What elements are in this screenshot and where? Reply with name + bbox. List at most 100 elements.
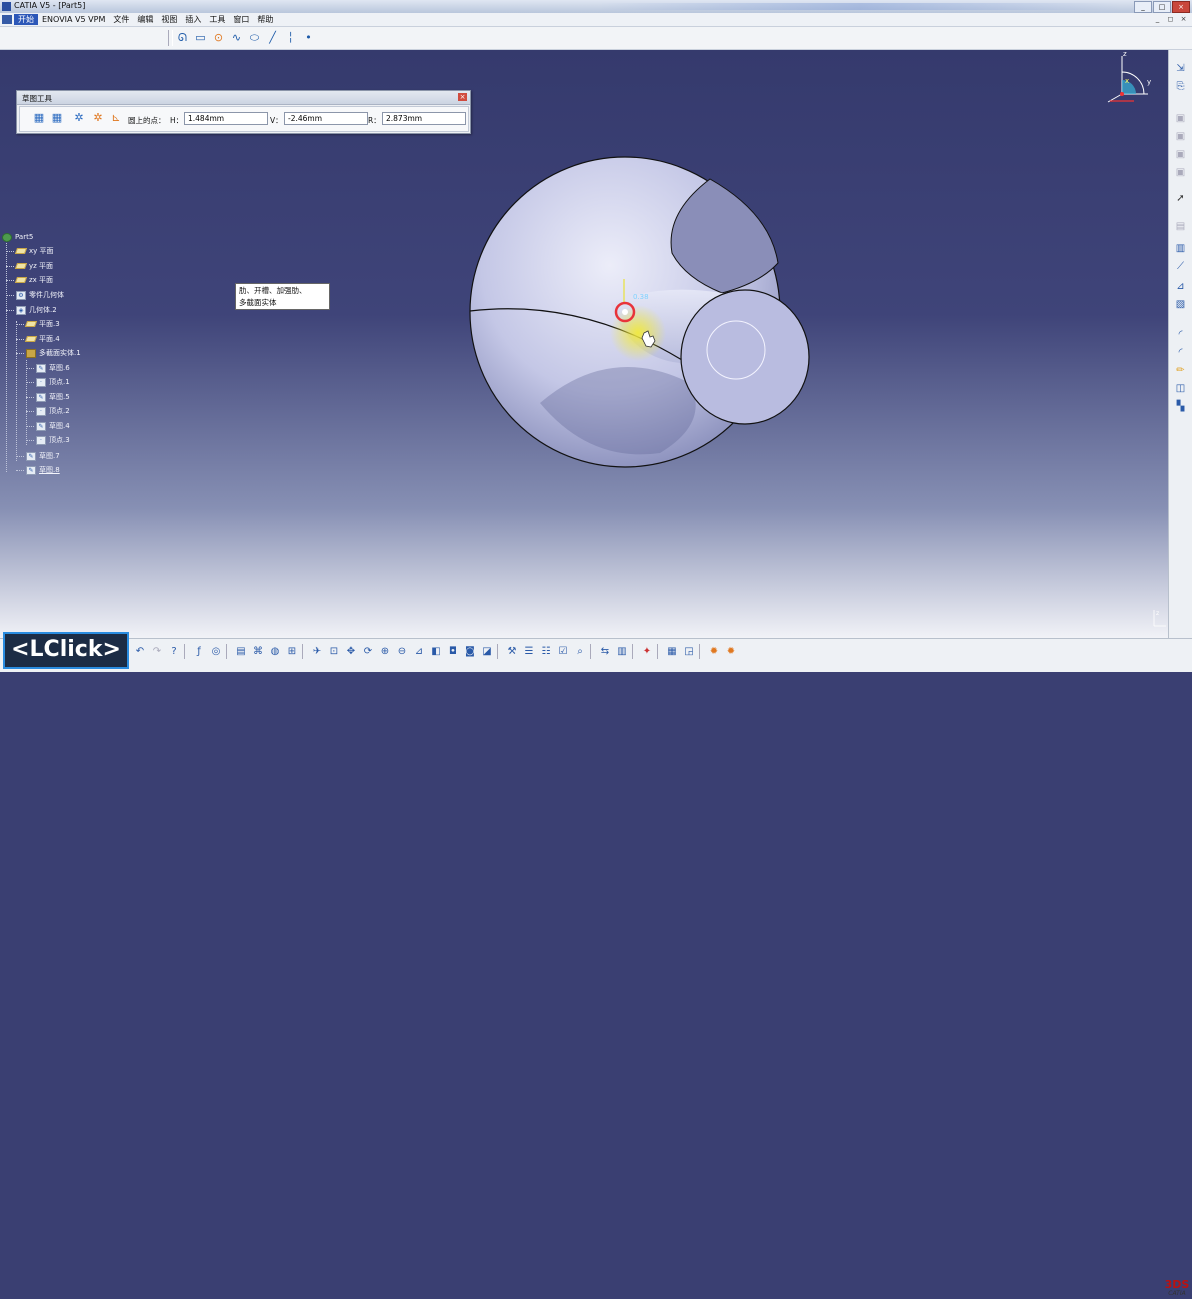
menu-start[interactable]: 开始	[14, 14, 38, 25]
rectangle-icon[interactable]: ▭	[193, 30, 208, 45]
stiffener-icon[interactable]: ⊿	[1173, 280, 1188, 294]
knowledge-icon[interactable]: ◎	[209, 644, 223, 659]
pattern-icon[interactable]: ▚	[1173, 400, 1188, 414]
layer-icon[interactable]: ☷	[539, 644, 553, 659]
axis-icon[interactable]: ╎	[283, 30, 298, 45]
h-value-field[interactable]	[184, 112, 268, 125]
cut-part-icon[interactable]: ◲	[682, 644, 696, 659]
sketch-tools-title-bar[interactable]: 草图工具 ×	[17, 91, 470, 105]
slot-icon[interactable]: ⟋	[1173, 260, 1188, 274]
point-icon[interactable]: •	[301, 30, 316, 45]
normal-view-icon[interactable]: ⊿	[412, 644, 426, 659]
shaft-icon[interactable]: ▣	[1173, 148, 1188, 162]
visualization-icon[interactable]: ▦	[665, 644, 679, 659]
zoom-in-icon[interactable]: ⊕	[378, 644, 392, 659]
tree-node-multisection-solid[interactable]: 多截面实体.1	[16, 347, 81, 359]
menu-edit[interactable]: 编辑	[133, 14, 157, 25]
minimize-button[interactable]: _	[1134, 1, 1152, 13]
undo-icon[interactable]: ↶	[133, 644, 147, 659]
sketch-analysis-icon[interactable]: ✦	[640, 644, 654, 659]
snap-to-point-icon[interactable]: ▦	[50, 111, 64, 125]
rib-icon[interactable]: ▥	[1173, 242, 1188, 256]
swap-space-icon[interactable]: ◪	[480, 644, 494, 659]
exit-workbench-icon[interactable]: ⇲	[1173, 62, 1188, 76]
zoom-out-icon[interactable]: ⊖	[395, 644, 409, 659]
groove-icon[interactable]: ▣	[1173, 166, 1188, 180]
tree-node-plane3[interactable]: 平面.3	[16, 318, 60, 330]
formula-icon[interactable]: ƒ	[192, 644, 206, 659]
highlight-icon[interactable]: ✹	[724, 644, 738, 659]
doc-restore-button[interactable]: ◻	[1166, 15, 1175, 24]
profile-icon[interactable]: ᘏ	[175, 30, 190, 45]
iso-view-icon[interactable]: ◧	[429, 644, 443, 659]
table-icon[interactable]: ▤	[234, 644, 248, 659]
select-icon[interactable]: ➚	[1173, 192, 1188, 206]
chamfer-icon[interactable]: ◜	[1173, 346, 1188, 360]
line-icon[interactable]: ╱	[265, 30, 280, 45]
construction-element-icon[interactable]: ✲	[72, 111, 86, 125]
hole-icon[interactable]: ▤	[1173, 220, 1188, 234]
menu-tools[interactable]: 工具	[205, 14, 229, 25]
close-button[interactable]: ×	[1172, 1, 1190, 13]
constraint-icon[interactable]: ⚒	[505, 644, 519, 659]
menu-help[interactable]: 帮助	[253, 14, 277, 25]
menu-window[interactable]: 窗口	[229, 14, 253, 25]
tree-node-vertex3[interactable]: · 顶点.3	[26, 434, 70, 446]
redo-icon[interactable]: ↷	[150, 644, 164, 659]
menu-view[interactable]: 视图	[157, 14, 181, 25]
maximize-button[interactable]: □	[1153, 1, 1171, 13]
tree-node-vertex2[interactable]: · 顶点.2	[26, 405, 70, 417]
ellipse-icon[interactable]: ⬭	[247, 30, 262, 45]
toolbar-grip[interactable]	[168, 30, 173, 46]
tree-node-yz-plane[interactable]: yz 平面	[6, 260, 53, 272]
shading-icon[interactable]: ◘	[446, 644, 460, 659]
menu-insert[interactable]: 插入	[181, 14, 205, 25]
menu-enovia[interactable]: ENOVIA V5 VPM	[38, 14, 109, 25]
fly-mode-icon[interactable]: ✈	[310, 644, 324, 659]
measure-icon[interactable]: ◍	[268, 644, 282, 659]
pad-icon[interactable]: ▣	[1173, 112, 1188, 126]
catalog-icon[interactable]: ▥	[615, 644, 629, 659]
output-feature-icon[interactable]: ✹	[707, 644, 721, 659]
doc-minimize-button[interactable]: _	[1153, 15, 1162, 24]
dimensional-constraints-icon[interactable]: ⊾	[109, 111, 123, 125]
tree-node-partbody[interactable]: ⚙ 零件几何体	[6, 289, 64, 301]
hide-show-icon[interactable]: ◙	[463, 644, 477, 659]
tree-node-sketch4[interactable]: ✎ 草图.4	[26, 420, 70, 432]
whats-this-icon[interactable]: ?	[167, 644, 181, 659]
fit-all-icon[interactable]: ⊡	[327, 644, 341, 659]
grid-icon[interactable]: ▦	[32, 111, 46, 125]
tree-node-sketch5[interactable]: ✎ 草图.5	[26, 391, 70, 403]
sketch-icon[interactable]: ⎘	[1173, 80, 1188, 94]
check-icon[interactable]: ☑	[556, 644, 570, 659]
tree-node-vertex1[interactable]: · 顶点.1	[26, 376, 70, 388]
tree-node-sketch8[interactable]: ✎ 草图.8	[16, 464, 60, 476]
analysis-icon[interactable]: ⊞	[285, 644, 299, 659]
pan-icon[interactable]: ✥	[344, 644, 358, 659]
graph-icon[interactable]: ⌘	[251, 644, 265, 659]
pocket-icon[interactable]: ▣	[1173, 130, 1188, 144]
search-icon[interactable]: ⌕	[573, 644, 587, 659]
tree-node-xy-plane[interactable]: xy 平面	[6, 245, 54, 257]
v-value-field[interactable]	[284, 112, 368, 125]
compass[interactable]: z x y	[1104, 50, 1154, 106]
tree-node-plane4[interactable]: 平面.4	[16, 333, 60, 345]
spline-icon[interactable]: ∿	[229, 30, 244, 45]
mirror-icon[interactable]: ◫	[1173, 382, 1188, 396]
rotate-icon[interactable]: ⟳	[361, 644, 375, 659]
update-icon[interactable]: ⇆	[598, 644, 612, 659]
circle-icon[interactable]: ⊙	[211, 30, 226, 45]
geometric-constraints-icon[interactable]: ✲	[91, 111, 105, 125]
doc-close-button[interactable]: ×	[1179, 15, 1188, 24]
tree-node-part[interactable]: Part5	[2, 231, 33, 243]
tree-node-sketch7[interactable]: ✎ 草图.7	[16, 450, 60, 462]
draft-icon[interactable]: ✏	[1173, 364, 1188, 378]
menu-file[interactable]: 文件	[109, 14, 133, 25]
3d-model[interactable]: 0.38	[460, 143, 820, 483]
tree-node-geometrical-set[interactable]: ◈ 几何体.2	[6, 304, 57, 316]
edge-fillet-icon[interactable]: ◜	[1173, 328, 1188, 342]
properties-icon[interactable]: ☰	[522, 644, 536, 659]
multisection-icon[interactable]: ▧	[1173, 298, 1188, 312]
sketch-tools-close-icon[interactable]: ×	[458, 93, 467, 101]
tree-node-sketch6[interactable]: ✎ 草图.6	[26, 362, 70, 374]
